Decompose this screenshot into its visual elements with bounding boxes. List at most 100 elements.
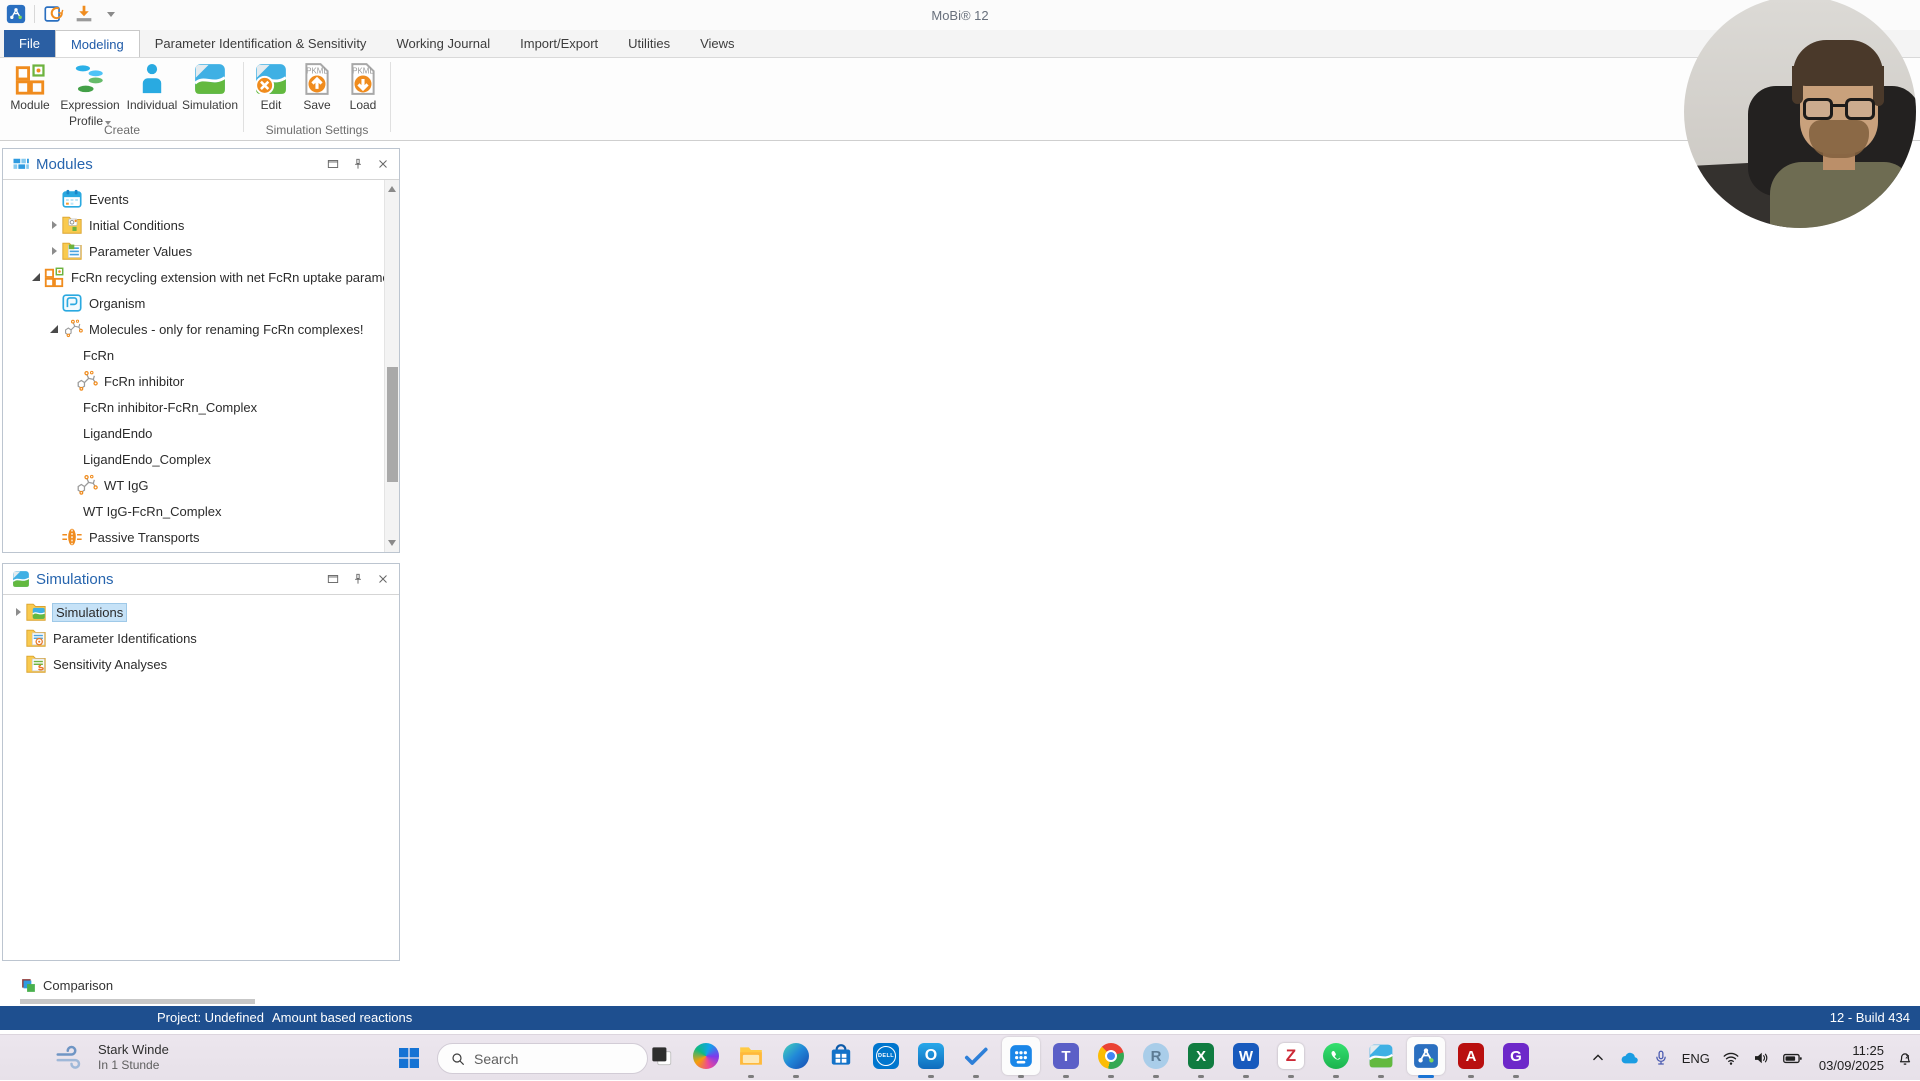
expand-collapsed-icon[interactable] xyxy=(11,608,25,616)
file-explorer-button[interactable] xyxy=(738,1043,764,1078)
tree-item-parameter-values[interactable]: Parameter Values xyxy=(3,238,399,264)
expand-collapsed-icon[interactable] xyxy=(47,221,61,229)
tab-utilities[interactable]: Utilities xyxy=(613,30,685,57)
expand-expanded-icon[interactable] xyxy=(47,325,61,333)
tab-import-export[interactable]: Import/Export xyxy=(505,30,613,57)
language-indicator[interactable]: ENG xyxy=(1682,1051,1710,1066)
svg-text:PKML: PKML xyxy=(306,67,328,76)
pin-panel-icon[interactable] xyxy=(351,572,365,586)
acrobat-button[interactable]: A xyxy=(1458,1043,1484,1078)
tree-item-fcrn-inhibitor-complex[interactable]: FcRn inhibitor-FcRn_Complex xyxy=(3,394,399,420)
tab-file[interactable]: File xyxy=(4,30,55,57)
pin-panel-icon[interactable] xyxy=(351,157,365,171)
tab-modeling[interactable]: Modeling xyxy=(54,30,140,57)
pksim-button[interactable] xyxy=(1368,1043,1394,1078)
modules-icon xyxy=(12,155,30,173)
comparison-tab[interactable]: Comparison xyxy=(20,977,113,994)
tree-item-ligandendo-complex[interactable]: LigandEndo_Complex xyxy=(3,446,399,472)
microsoft-store-button[interactable] xyxy=(828,1043,854,1069)
mobi-taskbar-button[interactable] xyxy=(1407,1037,1445,1078)
simulations-folder-icon xyxy=(25,601,47,623)
volume-icon[interactable] xyxy=(1752,1049,1770,1067)
chrome-button[interactable] xyxy=(1098,1043,1124,1078)
pkml-save-icon: PKML xyxy=(305,63,329,95)
onedrive-icon[interactable] xyxy=(1619,1048,1640,1069)
initial-conditions-folder-icon xyxy=(61,214,83,236)
edge-button[interactable] xyxy=(783,1043,809,1078)
tree-item-fcrn-inhibitor[interactable]: FcRn inhibitor xyxy=(3,368,399,394)
wifi-icon[interactable] xyxy=(1722,1049,1740,1067)
load-button[interactable]: PKML Load xyxy=(340,58,386,112)
edit-button[interactable]: Edit xyxy=(248,58,294,112)
tree-item-sensitivity-analyses[interactable]: Sensitivity Analyses xyxy=(3,651,399,677)
ribbon-group-separator xyxy=(390,62,391,132)
whatsapp-icon xyxy=(1323,1043,1349,1069)
weather-widget[interactable]: Stark Winde In 1 Stunde xyxy=(54,1042,169,1072)
hidden-icons-chevron-icon[interactable] xyxy=(1589,1049,1607,1067)
microphone-icon[interactable] xyxy=(1652,1049,1670,1067)
modules-panel: Modules Events Initial Conditions Parame… xyxy=(2,148,400,553)
clock[interactable]: 11:25 03/09/2025 xyxy=(1819,1043,1884,1073)
scrollbar-thumb[interactable] xyxy=(387,367,398,482)
module-icon xyxy=(13,62,47,96)
gem-app-button[interactable]: G xyxy=(1503,1043,1529,1078)
task-view-button[interactable] xyxy=(648,1043,674,1069)
tree-item-events[interactable]: Events xyxy=(3,186,399,212)
expand-expanded-icon[interactable] xyxy=(29,273,43,281)
tree-item-parameter-identifications[interactable]: Parameter Identifications xyxy=(3,625,399,651)
expand-collapsed-icon[interactable] xyxy=(47,247,61,255)
copilot-button[interactable] xyxy=(693,1043,719,1069)
search-input[interactable] xyxy=(474,1050,635,1067)
start-button[interactable] xyxy=(397,1046,421,1070)
dialpad-app-button[interactable] xyxy=(1002,1037,1040,1078)
teams-button[interactable]: T xyxy=(1053,1043,1079,1078)
comparison-tab-indicator xyxy=(20,999,255,1004)
excel-button[interactable]: X xyxy=(1188,1043,1214,1078)
tree-item-organism[interactable]: Organism xyxy=(3,290,399,316)
tree-item-fcrn[interactable]: FcRn xyxy=(3,342,399,368)
tree-item-wt-igg-complex[interactable]: WT IgG-FcRn_Complex xyxy=(3,498,399,524)
pksim-icon xyxy=(1368,1043,1394,1069)
simulation-button[interactable]: Simulation xyxy=(180,58,240,112)
zotero-button[interactable]: Z xyxy=(1278,1043,1304,1078)
module-button[interactable]: Module xyxy=(4,58,56,112)
ribbon-group-simulation-settings: Edit PKML Save PKML Load Simulation Sett… xyxy=(248,58,386,140)
close-panel-icon[interactable] xyxy=(376,157,390,171)
tree-item-molecules[interactable]: Molecules - only for renaming FcRn compl… xyxy=(3,316,399,342)
tree-item-wt-igg[interactable]: WT IgG xyxy=(3,472,399,498)
tree-item-passive-transports[interactable]: Passive Transports xyxy=(3,524,399,550)
sensitivity-analyses-folder-icon xyxy=(25,653,47,675)
tab-parameter-identification[interactable]: Parameter Identification & Sensitivity xyxy=(140,30,382,57)
word-button[interactable]: W xyxy=(1233,1043,1259,1078)
individual-button[interactable]: Individual xyxy=(124,58,180,112)
tree-item-initial-conditions[interactable]: Initial Conditions xyxy=(3,212,399,238)
acrobat-icon: A xyxy=(1458,1043,1484,1069)
todo-button[interactable] xyxy=(963,1043,989,1078)
maximize-panel-icon[interactable] xyxy=(326,157,340,171)
save-button[interactable]: PKML Save xyxy=(294,58,340,112)
maximize-panel-icon[interactable] xyxy=(326,572,340,586)
tab-working-journal[interactable]: Working Journal xyxy=(381,30,505,57)
tree-item-ligandendo[interactable]: LigandEndo xyxy=(3,420,399,446)
expression-profile-button[interactable]: Expression Profile xyxy=(56,58,124,128)
r-app-button[interactable]: R xyxy=(1143,1043,1169,1078)
individual-icon xyxy=(135,62,169,96)
tree-item-simulations[interactable]: Simulations xyxy=(3,599,399,625)
whatsapp-button[interactable] xyxy=(1323,1043,1349,1078)
tree-item-fcrn-module[interactable]: FcRn recycling extension with net FcRn u… xyxy=(3,264,399,290)
outlook-button[interactable]: O xyxy=(918,1043,944,1078)
file-explorer-icon xyxy=(738,1043,764,1069)
simulation-icon xyxy=(193,62,227,96)
scroll-up-icon[interactable] xyxy=(388,186,396,192)
copilot-icon xyxy=(693,1043,719,1069)
ribbon-tab-row: File Modeling Parameter Identification &… xyxy=(0,30,1920,58)
battery-icon[interactable] xyxy=(1782,1048,1803,1069)
tray-time: 11:25 xyxy=(1852,1043,1884,1058)
vertical-scrollbar[interactable] xyxy=(384,180,399,552)
dell-app-button[interactable]: DELL xyxy=(873,1043,899,1069)
notifications-bell-icon[interactable] xyxy=(1896,1049,1914,1067)
scroll-down-icon[interactable] xyxy=(388,540,396,546)
tab-views[interactable]: Views xyxy=(685,30,749,57)
close-panel-icon[interactable] xyxy=(376,572,390,586)
taskbar-search[interactable] xyxy=(437,1043,648,1074)
